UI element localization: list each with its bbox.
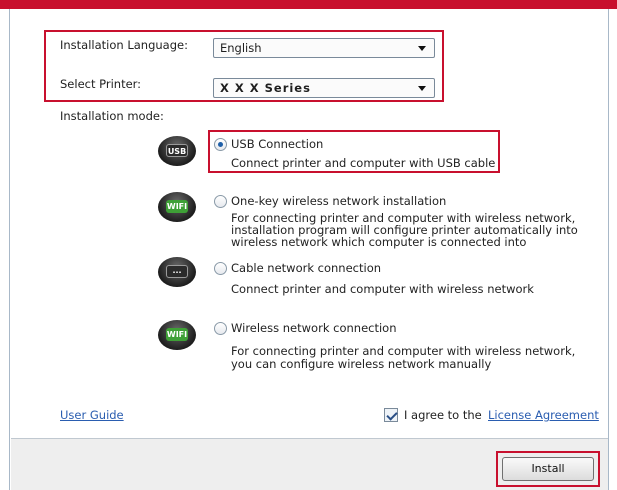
language-value: English: [220, 41, 262, 55]
printer-label: Select Printer:: [60, 77, 142, 91]
window-frame-right: [608, 9, 617, 490]
language-select[interactable]: English: [213, 38, 435, 58]
installation-mode-label: Installation mode:: [60, 109, 164, 123]
printer-select[interactable]: X X X Series: [213, 78, 435, 98]
chevron-down-icon: [418, 46, 426, 51]
usb-connection-title[interactable]: USB Connection: [231, 137, 323, 151]
license-agreement-link[interactable]: License Agreement: [488, 408, 599, 422]
title-bar-strip: [0, 0, 617, 9]
wireless-network-desc-line: For connecting printer and computer with…: [231, 344, 576, 358]
user-guide-link[interactable]: User Guide: [60, 408, 124, 422]
usb-connection-desc: Connect printer and computer with USB ca…: [231, 156, 496, 170]
wifi-icon: WIFI: [158, 192, 196, 222]
chevron-down-icon: [418, 86, 426, 91]
cable-network-radio[interactable]: [214, 262, 227, 275]
agree-text: I agree to the: [404, 408, 482, 422]
wireless-network-radio[interactable]: [214, 322, 227, 335]
language-label: Installation Language:: [60, 38, 188, 52]
wireless-network-title[interactable]: Wireless network connection: [231, 321, 397, 335]
cable-network-desc: Connect printer and computer with wirele…: [231, 282, 534, 296]
printer-value: X X X Series: [220, 81, 311, 95]
one-key-wireless-desc-line: wireless network which computer is conne…: [231, 235, 527, 249]
cable-network-title[interactable]: Cable network connection: [231, 261, 381, 275]
one-key-wireless-title[interactable]: One-key wireless network installation: [231, 194, 446, 208]
install-button[interactable]: Install: [502, 457, 594, 481]
one-key-wireless-radio[interactable]: [214, 195, 227, 208]
wireless-network-desc-line: you can configure wireless network manua…: [231, 357, 492, 371]
ethernet-icon: ···: [158, 257, 196, 287]
window-frame-left: [0, 9, 10, 490]
license-agree-checkbox[interactable]: [384, 408, 398, 422]
usb-connection-radio[interactable]: [214, 138, 227, 151]
wireless-icon: WIFI: [158, 320, 196, 350]
usb-icon: USB: [158, 136, 196, 166]
